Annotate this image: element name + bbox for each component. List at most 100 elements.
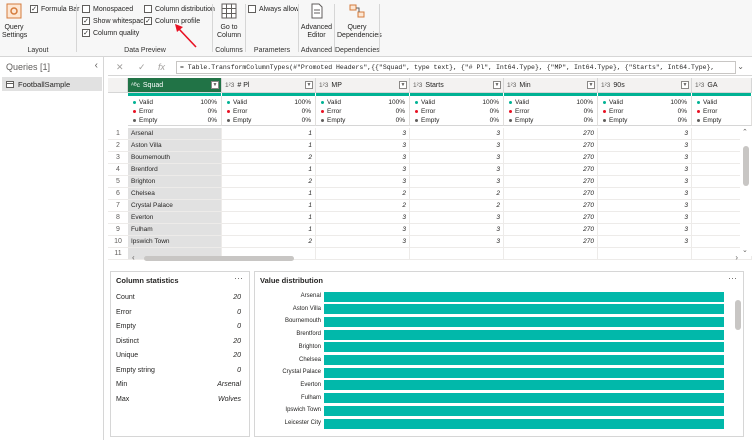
table-cell[interactable]: 3 [316, 140, 410, 152]
row-number[interactable]: 10 [108, 236, 128, 248]
table-cell[interactable]: 3 [598, 164, 692, 176]
distribution-bar[interactable] [324, 304, 724, 315]
distribution-bar[interactable] [324, 291, 724, 302]
column-type-icon[interactable]: ᴬᴮc [131, 82, 140, 89]
horizontal-scrollbar[interactable]: ‹ › [130, 253, 740, 264]
table-cell[interactable]: 270 [504, 152, 598, 164]
column-quality-checkbox[interactable]: ✓ Column quality [82, 29, 139, 37]
table-cell[interactable]: 3 [410, 152, 504, 164]
row-number[interactable]: 7 [108, 200, 128, 212]
scroll-left-icon[interactable]: ‹ [132, 253, 135, 262]
column-type-icon[interactable]: 1²3 [319, 82, 328, 89]
table-cell[interactable]: 3 [598, 224, 692, 236]
column-header-pl[interactable]: 1²3 # Pl ▼ [222, 78, 316, 93]
column-header-min[interactable]: 1²3 Min ▼ [504, 78, 598, 93]
table-cell[interactable]: 2 [222, 152, 316, 164]
column-filter-dropdown-icon[interactable]: ▼ [681, 81, 689, 89]
table-cell[interactable]: 270 [504, 224, 598, 236]
column-filter-dropdown-icon[interactable]: ▼ [399, 81, 407, 89]
column-header-starts[interactable]: 1²3 Starts ▼ [410, 78, 504, 93]
scroll-up-icon[interactable]: ⌃ [742, 128, 748, 136]
column-profile-checkbox[interactable]: ✓ Column profile [144, 17, 200, 25]
table-cell[interactable]: 3 [410, 224, 504, 236]
table-cell[interactable]: 1 [222, 164, 316, 176]
table-cell[interactable]: 3 [316, 164, 410, 176]
column-filter-dropdown-icon[interactable]: ▼ [493, 81, 501, 89]
table-cell[interactable]: 2 [222, 236, 316, 248]
table-cell[interactable]: 3 [316, 236, 410, 248]
row-number[interactable]: 1 [108, 128, 128, 140]
table-cell[interactable]: 1 [222, 188, 316, 200]
table-cell[interactable]: 3 [410, 164, 504, 176]
row-number[interactable]: 11 [108, 248, 128, 260]
table-cell[interactable]: 3 [598, 176, 692, 188]
table-cell[interactable]: 2 [410, 200, 504, 212]
table-cell[interactable]: 2 [222, 176, 316, 188]
column-type-icon[interactable]: 1²3 [695, 82, 704, 89]
table-cell[interactable]: 3 [410, 128, 504, 140]
table-cell[interactable]: 1 [222, 212, 316, 224]
table-cell[interactable]: 1 [222, 128, 316, 140]
table-cell[interactable]: 270 [504, 128, 598, 140]
fx-icon[interactable]: fx [158, 62, 165, 72]
table-cell[interactable]: 1 [222, 140, 316, 152]
cancel-icon[interactable]: ✕ [116, 62, 124, 73]
table-cell[interactable]: 3 [598, 236, 692, 248]
query-settings-button[interactable]: Query Settings [2, 3, 27, 40]
distribution-bar[interactable] [324, 329, 724, 340]
column-type-icon[interactable]: 1²3 [413, 82, 422, 89]
table-cell[interactable]: 3 [410, 212, 504, 224]
table-cell[interactable]: Arsenal [128, 128, 222, 140]
table-cell[interactable]: 3 [316, 152, 410, 164]
table-cell[interactable]: 3 [316, 176, 410, 188]
formula-input[interactable]: = Table.TransformColumnTypes(#"Promoted … [176, 61, 736, 74]
column-type-icon[interactable]: 1²3 [225, 82, 234, 89]
monospaced-checkbox[interactable]: Monospaced [82, 5, 133, 13]
table-cell[interactable]: 270 [504, 140, 598, 152]
table-cell[interactable]: 3 [316, 128, 410, 140]
table-cell[interactable]: 3 [598, 128, 692, 140]
table-cell[interactable]: 3 [598, 212, 692, 224]
scrollbar-thumb[interactable] [735, 300, 741, 330]
table-cell[interactable]: 3 [598, 140, 692, 152]
table-cell[interactable]: 270 [504, 176, 598, 188]
table-cell[interactable]: 1 [222, 224, 316, 236]
scroll-right-icon[interactable]: › [735, 253, 738, 262]
table-cell[interactable]: Bournemouth [128, 152, 222, 164]
advanced-editor-button[interactable]: Advanced Editor [300, 3, 333, 40]
table-cell[interactable]: Brentford [128, 164, 222, 176]
table-cell[interactable]: 2 [316, 188, 410, 200]
row-number[interactable]: 3 [108, 152, 128, 164]
column-header-squad[interactable]: ᴬᴮc Squad ▼ [128, 78, 222, 93]
table-cell[interactable]: 270 [504, 188, 598, 200]
scroll-down-icon[interactable]: ⌄ [742, 246, 748, 254]
column-distribution-checkbox[interactable]: Column distribution [144, 5, 215, 13]
table-cell[interactable]: 3 [598, 200, 692, 212]
table-cell[interactable]: 270 [504, 212, 598, 224]
column-filter-dropdown-icon[interactable]: ▼ [211, 81, 219, 89]
column-filter-dropdown-icon[interactable]: ▼ [305, 81, 313, 89]
collapse-chevron-icon[interactable]: ‹ [95, 60, 98, 71]
distribution-bar[interactable] [324, 342, 724, 353]
column-type-icon[interactable]: 1²3 [507, 82, 516, 89]
row-number[interactable]: 5 [108, 176, 128, 188]
confirm-icon[interactable]: ✓ [138, 62, 146, 73]
row-number[interactable]: 2 [108, 140, 128, 152]
distribution-bar[interactable] [324, 355, 724, 365]
table-cell[interactable]: 1 [222, 200, 316, 212]
distribution-bar[interactable] [324, 380, 724, 391]
more-options-icon[interactable]: ··· [234, 273, 243, 283]
table-cell[interactable]: Chelsea [128, 188, 222, 200]
always-allow-checkbox[interactable]: Always allow [248, 5, 299, 13]
table-cell[interactable]: 3 [598, 152, 692, 164]
table-cell[interactable]: Brighton [128, 176, 222, 188]
distribution-bar[interactable] [324, 405, 724, 416]
table-cell[interactable]: Ipswich Town [128, 236, 222, 248]
vertical-scrollbar[interactable]: ⌃ ⌄ [740, 126, 752, 256]
table-cell[interactable]: 270 [504, 236, 598, 248]
distribution-bar[interactable] [324, 367, 724, 378]
distribution-scrollbar[interactable] [735, 292, 741, 432]
distribution-bar[interactable] [324, 393, 724, 404]
column-header-mp[interactable]: 1²3 MP ▼ [316, 78, 410, 93]
query-dependencies-button[interactable]: Query Dependencies [337, 3, 382, 40]
